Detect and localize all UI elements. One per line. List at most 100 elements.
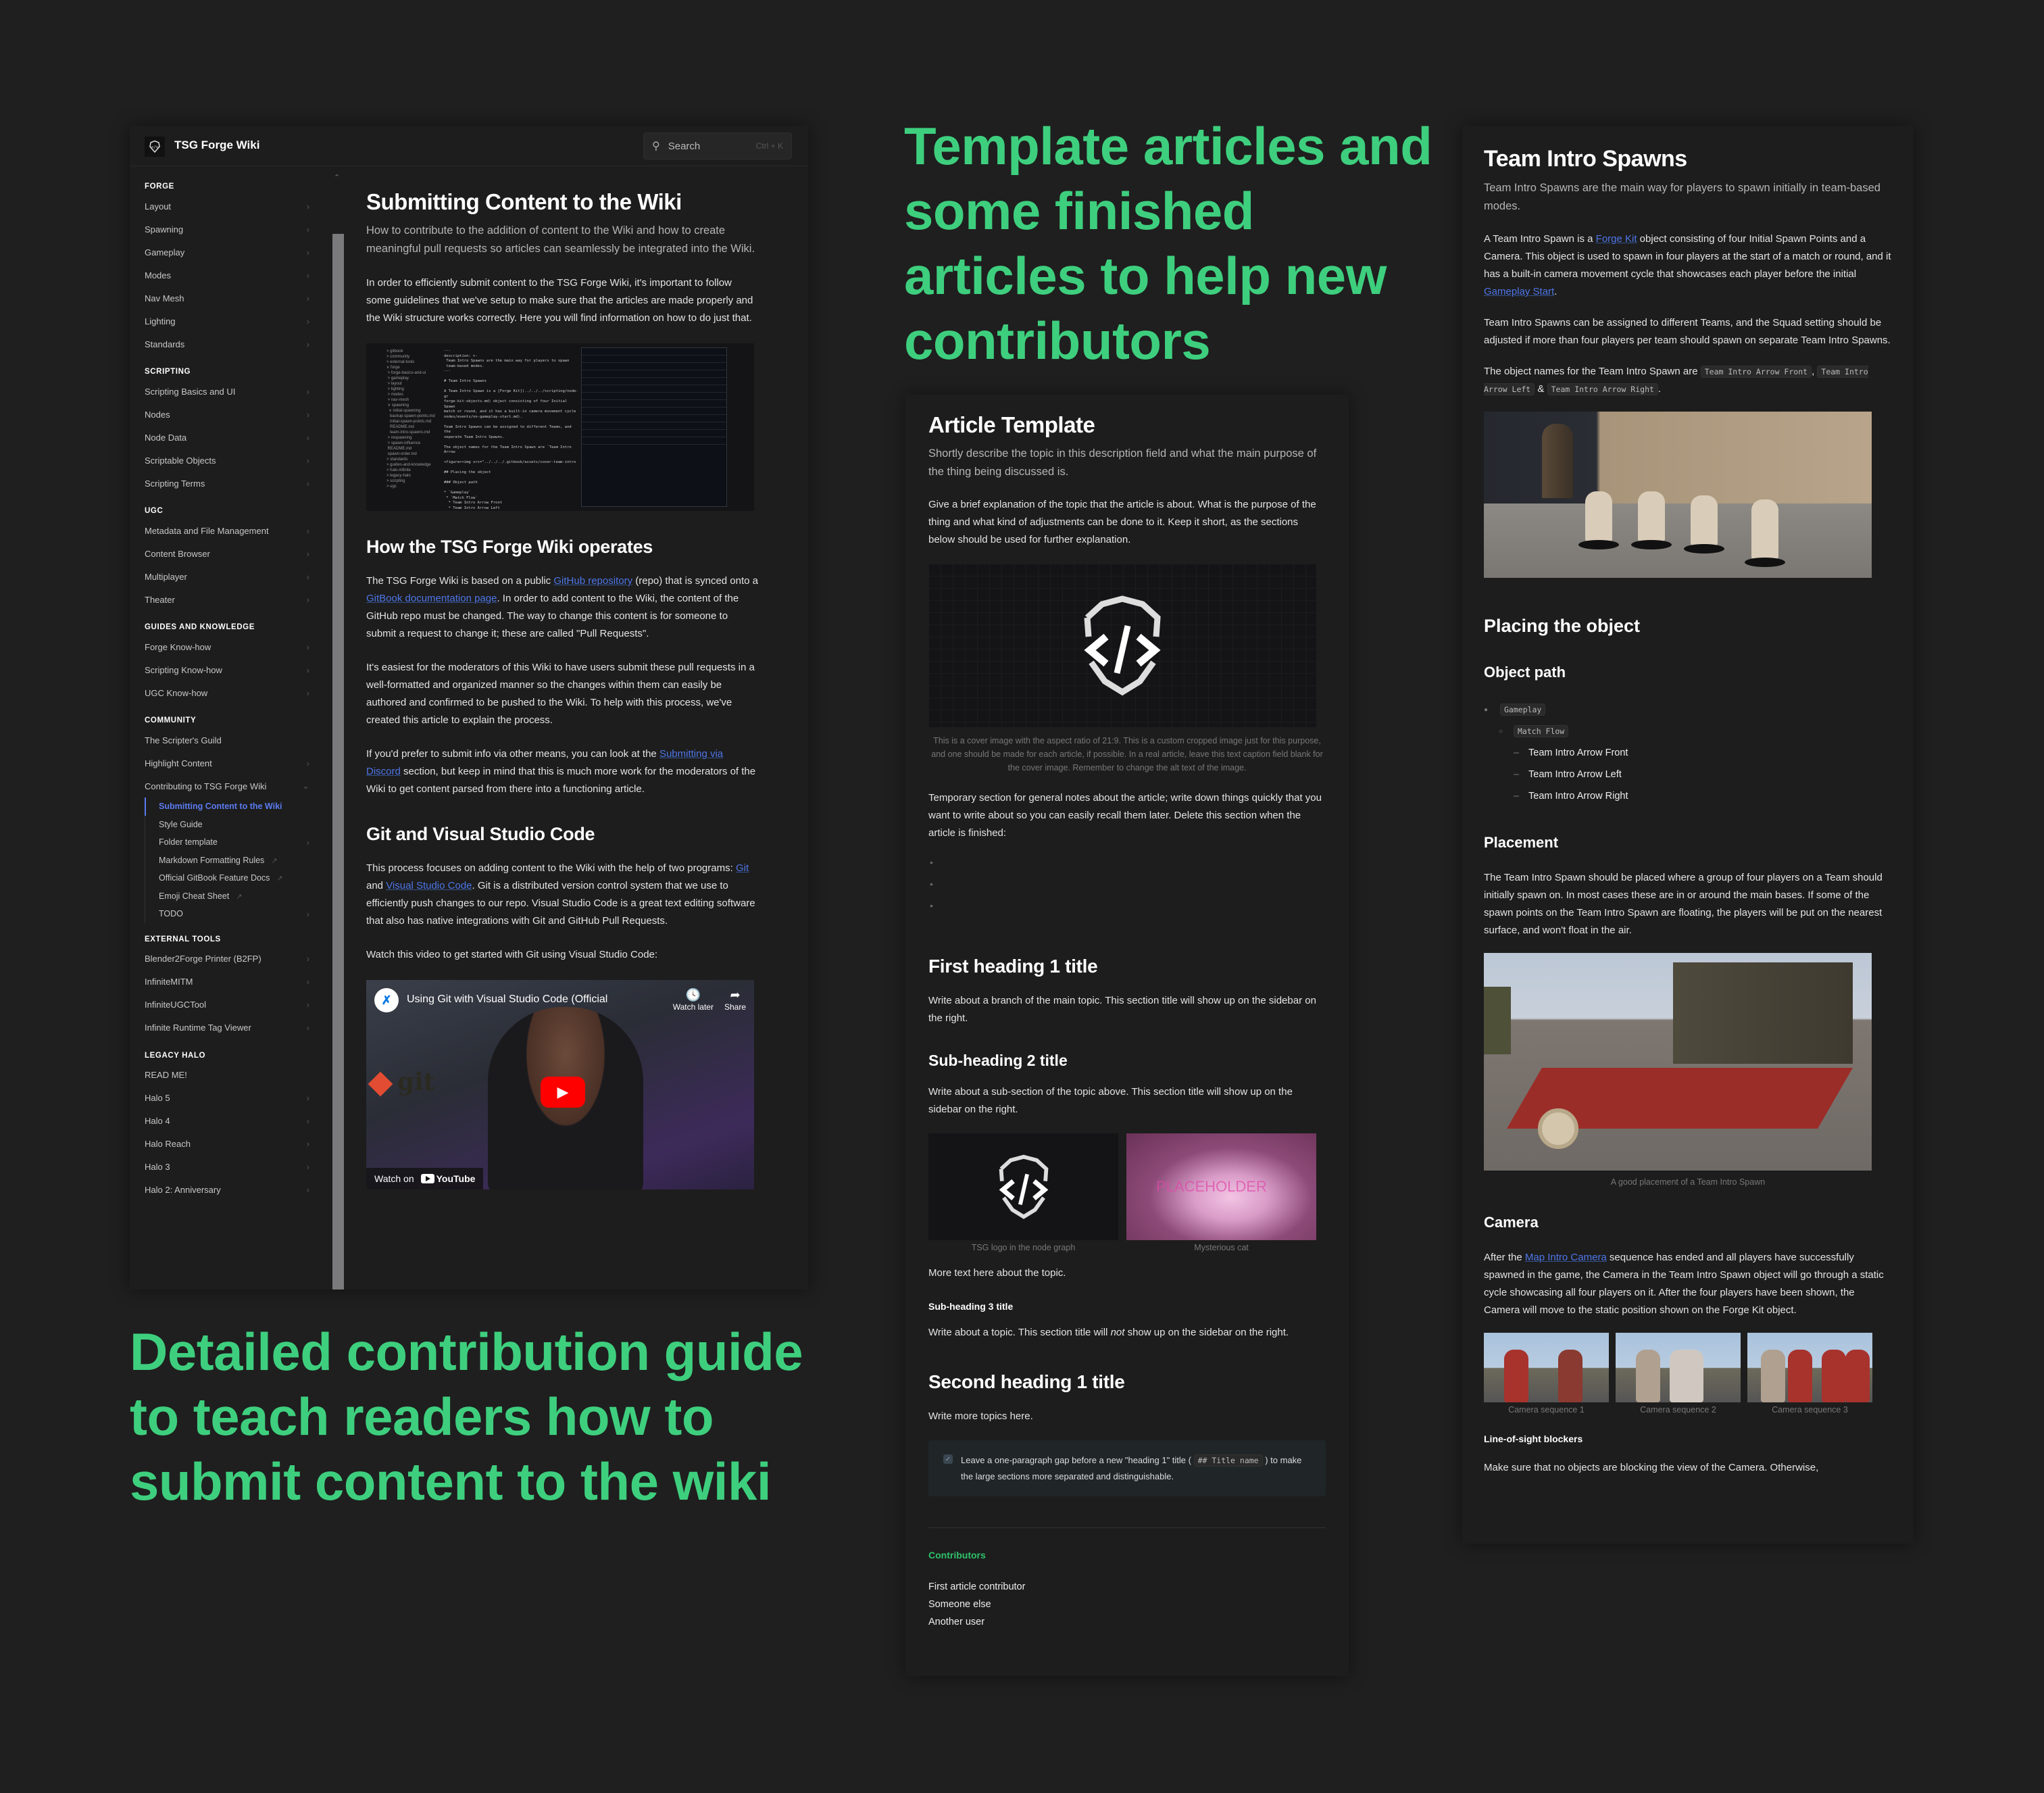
chevron-right-icon[interactable]: › (307, 595, 309, 605)
sidebar-item-gameplay[interactable]: Gameplay › (145, 241, 330, 264)
sub-heading-2: Sub-heading 2 title (928, 1052, 1068, 1069)
sidebar-item-label: Style Guide (159, 819, 203, 829)
sidebar-item-markdown-formatting-rules[interactable]: Markdown Formatting Rules ↗ (159, 852, 330, 870)
chevron-right-icon[interactable]: › (307, 316, 309, 326)
chevron-right-icon[interactable]: › (307, 909, 309, 919)
inline-code: Team Intro Arrow Right (1547, 383, 1658, 395)
chevron-right-icon[interactable]: › (307, 549, 309, 559)
site-title[interactable]: TSG Forge Wiki (174, 139, 259, 152)
chevron-right-icon[interactable]: › (307, 1093, 309, 1103)
sidebar-item-the-scripter-s-guild[interactable]: The Scripter's Guild (145, 729, 330, 752)
chevron-right-icon[interactable]: › (307, 977, 309, 987)
sidebar-item-infiniteugctool[interactable]: InfiniteUGCTool › (145, 993, 330, 1016)
sidebar-item-infinite-runtime-tag-viewer[interactable]: Infinite Runtime Tag Viewer › (145, 1016, 330, 1039)
sidebar-item-spawning[interactable]: Spawning › (145, 218, 330, 241)
inline-code: ## Title name (1193, 1454, 1263, 1467)
sidebar-item-scripting-know-how[interactable]: Scripting Know-how › (145, 658, 330, 681)
sidebar-item-halo-2-anniversary[interactable]: Halo 2: Anniversary › (145, 1179, 330, 1202)
sidebar-item-forge-know-how[interactable]: Forge Know-how › (145, 635, 330, 658)
chevron-right-icon[interactable]: › (307, 201, 309, 212)
gitbook-page-link[interactable]: GitBook documentation page (366, 593, 497, 604)
sub-heading-3-paragraph: Write about a topic. This section title … (928, 1327, 1289, 1338)
sidebar-item-scriptable-objects[interactable]: Scriptable Objects › (145, 449, 330, 472)
play-button[interactable]: ▶ (541, 1077, 585, 1108)
chevron-right-icon[interactable]: › (307, 456, 309, 466)
chevron-right-icon[interactable]: › (307, 270, 309, 280)
chevron-right-icon[interactable]: › (307, 1000, 309, 1010)
chevron-right-icon[interactable]: › (307, 1162, 309, 1172)
sidebar-item-infinitemitm[interactable]: InfiniteMITM › (145, 971, 330, 993)
chevron-right-icon[interactable]: › (307, 572, 309, 582)
git-link[interactable]: Git (736, 862, 749, 874)
sidebar-item-scripting-basics-and-ui[interactable]: Scripting Basics and UI › (145, 380, 330, 403)
chevron-right-icon[interactable]: › (307, 1139, 309, 1149)
sidebar-item-halo-reach[interactable]: Halo Reach › (145, 1133, 330, 1156)
video-title[interactable]: Using Git with Visual Studio Code (Offic… (407, 993, 662, 1006)
chevron-right-icon[interactable]: › (307, 954, 309, 964)
sidebar-item-submitting-content-to-the-wiki[interactable]: Submitting Content to the Wiki (145, 797, 330, 816)
sidebar-item-highlight-content[interactable]: Highlight Content › (145, 752, 330, 775)
external-link-icon: ↗ (236, 892, 243, 901)
search-input[interactable]: ⚲ Search Ctrl + K (643, 132, 792, 159)
sidebar-item-node-data[interactable]: Node Data › (145, 426, 330, 449)
scrollbar-thumb[interactable] (332, 234, 344, 1290)
vscode-link[interactable]: Visual Studio Code (386, 880, 472, 891)
sidebar-item-layout[interactable]: Layout › (145, 195, 330, 218)
watch-later-button[interactable]: 🕓 Watch later (673, 988, 714, 1012)
sidebar-item-nodes[interactable]: Nodes › (145, 403, 330, 426)
sidebar-item-halo-4[interactable]: Halo 4 › (145, 1110, 330, 1133)
sidebar-item-multiplayer[interactable]: Multiplayer › (145, 565, 330, 588)
vscode-channel-icon[interactable]: ✗ (374, 988, 399, 1012)
sidebar-item-read-me[interactable]: READ ME! (145, 1064, 330, 1087)
chevron-right-icon[interactable]: › (307, 758, 309, 768)
sidebar-item-nav-mesh[interactable]: Nav Mesh › (145, 287, 330, 310)
chevron-right-icon[interactable]: › (307, 837, 309, 848)
chevron-right-icon[interactable]: › (307, 665, 309, 675)
sidebar-item-style-guide[interactable]: Style Guide (159, 816, 330, 834)
forge-kit-link[interactable]: Forge Kit (1596, 233, 1637, 245)
chevron-right-icon[interactable]: › (307, 224, 309, 235)
sidebar-item-metadata-and-file-management[interactable]: Metadata and File Management › (145, 519, 330, 542)
chevron-right-icon[interactable]: › (307, 688, 309, 698)
sidebar-item-lighting[interactable]: Lighting › (145, 310, 330, 333)
share-button[interactable]: ➦ Share (724, 988, 746, 1012)
sidebar-item-emoji-cheat-sheet[interactable]: Emoji Cheat Sheet ↗ (159, 887, 330, 906)
map-intro-camera-link[interactable]: Map Intro Camera (1525, 1252, 1607, 1263)
tsg-logo-icon[interactable]: </> (145, 137, 165, 157)
youtube-video-embed[interactable]: git ✗ Using Git with Visual Studio Code … (366, 980, 754, 1189)
sidebar-item-official-gitbook-feature-docs[interactable]: Official GitBook Feature Docs ↗ (159, 869, 330, 887)
gameplay-start-link[interactable]: Gameplay Start (1484, 286, 1554, 297)
camera-sequence-captions: Camera sequence 1 Camera sequence 2 Camera… (1484, 1405, 1892, 1415)
chevron-right-icon[interactable]: › (307, 247, 309, 257)
sidebar-item-label: Nav Mesh (145, 293, 184, 303)
chevron-right-icon[interactable]: › (307, 1185, 309, 1195)
github-repository-link[interactable]: GitHub repository (553, 575, 632, 587)
chevron-right-icon[interactable]: › (307, 387, 309, 397)
sidebar-item-scripting-terms[interactable]: Scripting Terms › (145, 472, 330, 495)
sidebar-item-halo-5[interactable]: Halo 5 › (145, 1087, 330, 1110)
watch-on-youtube-button[interactable]: Watch on YouTube (366, 1168, 484, 1189)
chevron-right-icon[interactable]: › (307, 433, 309, 443)
placing-heading: Placing the object (1484, 616, 1641, 636)
sidebar-item-ugc-know-how[interactable]: UGC Know-how › (145, 681, 330, 704)
sidebar-item-folder-template[interactable]: Folder template › (159, 833, 330, 852)
chevron-right-icon[interactable]: › (307, 410, 309, 420)
sidebar-item-standards[interactable]: Standards › (145, 333, 330, 355)
sidebar-scrollbar[interactable]: ⌃ (332, 173, 344, 1290)
chevron-right-icon[interactable]: › (307, 1116, 309, 1126)
sidebar-item-blender2forge-printer-b2fp[interactable]: Blender2Forge Printer (B2FP) › (145, 948, 330, 971)
sidebar-item-content-browser[interactable]: Content Browser › (145, 542, 330, 565)
chevron-right-icon[interactable]: › (307, 293, 309, 303)
scroll-up-icon[interactable]: ⌃ (334, 173, 340, 182)
chevron-right-icon[interactable]: › (307, 526, 309, 536)
sidebar-item-theater[interactable]: Theater › (145, 588, 330, 611)
sidebar-item-halo-3[interactable]: Halo 3 › (145, 1156, 330, 1179)
chevron-right-icon[interactable]: › (307, 642, 309, 652)
sidebar-item-contributing-to-tsg-forge-wiki[interactable]: Contributing to TSG Forge Wiki ⌄ (145, 775, 330, 797)
chevron-down-icon[interactable]: ⌄ (302, 781, 309, 791)
chevron-right-icon[interactable]: › (307, 339, 309, 349)
sidebar-item-modes[interactable]: Modes › (145, 264, 330, 287)
sidebar-item-todo[interactable]: TODO › (159, 905, 330, 923)
chevron-right-icon[interactable]: › (307, 478, 309, 489)
chevron-right-icon[interactable]: › (307, 1023, 309, 1033)
